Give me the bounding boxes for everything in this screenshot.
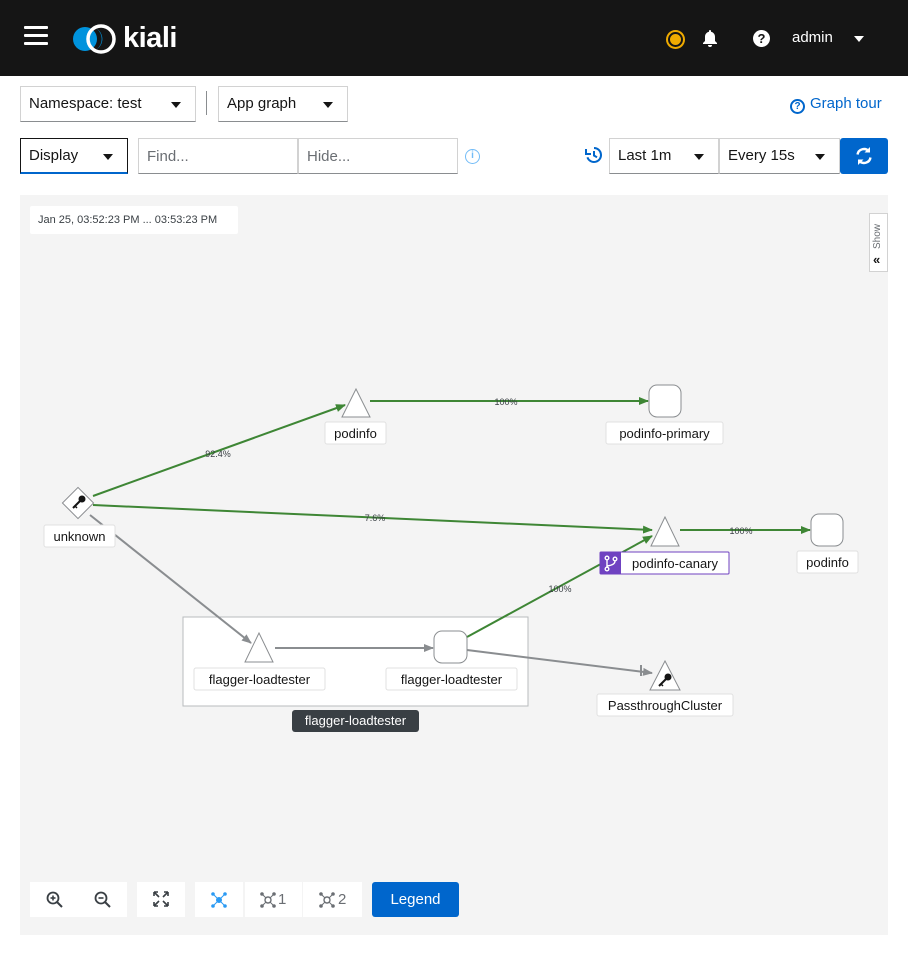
zoom-to-fit-button[interactable] <box>137 882 185 917</box>
node-label-podinfo-canary: podinfo-canary <box>599 551 730 575</box>
zoom-in-button[interactable] <box>30 882 78 917</box>
svg-text:podinfo-primary: podinfo-primary <box>619 426 710 441</box>
node-podinfo-canary[interactable] <box>650 515 680 547</box>
legend-button[interactable]: Legend <box>372 882 459 917</box>
node-label-unknown: unknown <box>43 524 116 548</box>
node-label-passthrough-cluster: PassthroughCluster <box>596 693 734 717</box>
service-graph[interactable]: 92.4% 100% 7.6% 100% 100% unknown podinf… <box>0 0 908 972</box>
topology-icon <box>319 892 335 908</box>
zoom-out-button[interactable] <box>78 882 127 917</box>
svg-text:flagger-loadtester: flagger-loadtester <box>209 672 311 687</box>
zoom-in-icon <box>46 891 63 908</box>
svg-text:unknown: unknown <box>53 529 105 544</box>
svg-text:flagger-loadtester: flagger-loadtester <box>305 713 407 728</box>
node-label-podinfo-primary: podinfo-primary <box>605 421 724 445</box>
edge-label: 7.6% <box>365 513 386 523</box>
node-podinfo-primary[interactable] <box>648 384 682 418</box>
svg-text:PassthroughCluster: PassthroughCluster <box>608 698 723 713</box>
box-label-flagger-loadtester: flagger-loadtester <box>292 710 419 732</box>
node-label-flagger-loadtester-workload: flagger-loadtester <box>385 667 518 691</box>
layout-2-button[interactable]: 2 <box>303 882 362 917</box>
zoom-out-icon <box>94 891 111 908</box>
topology-icon <box>211 892 227 908</box>
svg-text:podinfo: podinfo <box>334 426 377 441</box>
topology-icon <box>260 892 276 908</box>
edge-label: 92.4% <box>205 449 231 459</box>
layout-1-label: 1 <box>278 891 287 908</box>
node-label-podinfo-service: podinfo <box>796 550 859 574</box>
node-label-flagger-loadtester-app: flagger-loadtester <box>193 667 326 691</box>
virtual-service-badge <box>600 552 621 574</box>
layout-2-label: 2 <box>338 891 347 908</box>
node-podinfo-app[interactable] <box>341 387 371 418</box>
expand-icon <box>153 891 169 907</box>
node-unknown[interactable] <box>61 486 95 520</box>
edge-label: 100% <box>494 397 517 407</box>
svg-text:podinfo-canary: podinfo-canary <box>632 556 718 571</box>
edge-label: 100% <box>729 526 752 536</box>
svg-text:podinfo: podinfo <box>806 555 849 570</box>
svg-text:flagger-loadtester: flagger-loadtester <box>401 672 503 687</box>
node-flagger-loadtester-workload[interactable] <box>433 630 468 664</box>
layout-default-button[interactable] <box>195 882 243 917</box>
node-podinfo-service[interactable] <box>810 513 844 547</box>
node-passthrough-cluster[interactable] <box>649 659 681 691</box>
layout-1-button[interactable]: 1 <box>245 882 302 917</box>
node-label-podinfo-app: podinfo <box>324 421 387 445</box>
edge-label: 100% <box>548 584 571 594</box>
